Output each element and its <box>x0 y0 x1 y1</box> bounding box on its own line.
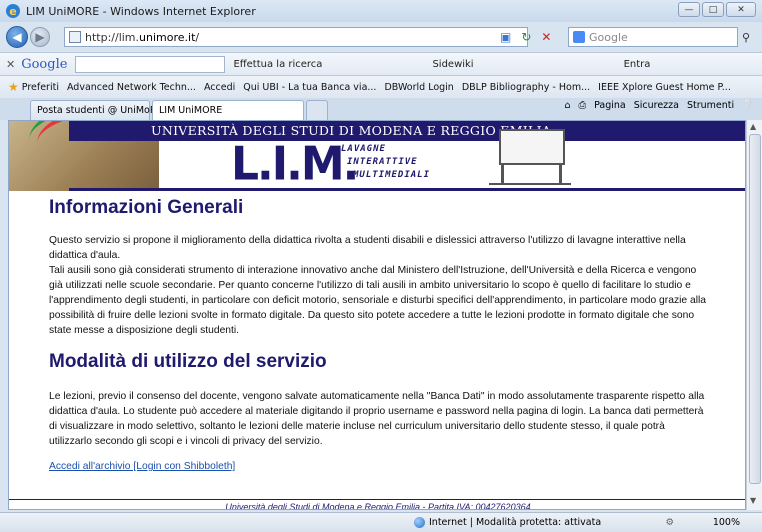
page-content: UNIVERSITÀ DEGLI STUDI DI MODENA E REGGI… <box>8 120 746 510</box>
lim-subtitle: LAVAGNE INTERATTIVE MULTIMEDIALI <box>341 144 431 180</box>
usage-paragraph: Le lezioni, previo il consenso del docen… <box>49 391 705 447</box>
status-bar: Internet | Modalità protetta: attivata ⚙… <box>0 512 762 532</box>
command-bar: ⌂ ⎙ Pagina Sicurezza Strumenti ❔ <box>564 100 754 111</box>
home-icon[interactable]: ⌂ <box>564 100 570 111</box>
zoom-level[interactable]: 100% <box>713 517 740 528</box>
page-footer: Università degli Studi di Modena e Reggi… <box>9 499 745 509</box>
close-toolbar-icon[interactable]: ✕ <box>6 58 15 71</box>
google-search-icon <box>573 31 585 43</box>
title-bar: e LIM UniMORE - Windows Internet Explore… <box>0 0 762 22</box>
address-input[interactable]: http://lim.unimore.it/ <box>64 27 528 47</box>
page-icon <box>69 31 81 43</box>
favorites-bar: ★ Preferiti Advanced Network Techn... Acc… <box>0 76 762 98</box>
signin-button[interactable]: Entra <box>624 59 651 70</box>
help-icon[interactable]: ❔ <box>742 100 754 111</box>
vertical-scrollbar[interactable]: ▲ ▼ <box>746 120 762 510</box>
site-banner: UNIVERSITÀ DEGLI STUDI DI MODENA E REGGI… <box>9 121 745 192</box>
sidewiki-button[interactable]: Sidewiki <box>432 59 473 70</box>
scroll-down-icon[interactable]: ▼ <box>750 496 756 505</box>
whiteboard-icon <box>479 129 571 187</box>
google-search-button[interactable]: Effettua la ricerca <box>233 59 322 70</box>
minimize-button[interactable]: — <box>678 2 700 17</box>
search-input[interactable]: Google <box>568 27 738 47</box>
search-icon[interactable]: ⚲ <box>742 31 750 44</box>
google-toolbar: ✕ Google Effettua la ricerca Sidewiki En… <box>0 52 762 76</box>
stop-icon[interactable]: ✕ <box>541 30 551 44</box>
favorite-item[interactable]: Advanced Network Techn... <box>67 82 196 93</box>
security-menu[interactable]: Sicurezza <box>634 100 679 111</box>
internet-zone-icon <box>414 517 425 528</box>
google-toolbar-input[interactable] <box>75 55 226 73</box>
status-text: Internet | Modalità protetta: attivata <box>429 517 602 528</box>
favorites-button[interactable]: ★ Preferiti <box>8 80 59 94</box>
status-zone: Internet | Modalità protetta: attivata <box>414 517 601 528</box>
star-icon: ★ <box>8 80 19 94</box>
favorite-item[interactable]: IEEE Xplore Guest Home P... <box>598 82 731 93</box>
google-logo: Google <box>21 56 68 72</box>
maximize-button[interactable]: □ <box>702 2 724 17</box>
close-window-button[interactable]: ✕ <box>726 2 756 17</box>
tools-menu[interactable]: Strumenti <box>687 100 734 111</box>
favorite-item[interactable]: Qui UBI - La tua Banca via... <box>243 82 376 93</box>
address-bar-row: ◀ ▶ http://lim.unimore.it/ ▣ ↻ ✕ Google … <box>0 22 762 52</box>
window-title: LIM UniMORE - Windows Internet Explorer <box>26 4 256 18</box>
university-name: UNIVERSITÀ DEGLI STUDI DI MODENA E REGGI… <box>69 121 745 141</box>
lim-logo: L.I.M. <box>231 137 359 192</box>
favorite-item[interactable]: DBWorld Login <box>384 82 453 93</box>
back-button[interactable]: ◀ <box>6 26 28 48</box>
heading-modalita: Modalità di utilizzo del servizio <box>49 351 327 372</box>
scroll-up-icon[interactable]: ▲ <box>750 122 756 131</box>
favorite-item[interactable]: Accedi <box>204 82 235 93</box>
description-paragraph: Tali ausili sono già considerati strumen… <box>49 265 706 336</box>
refresh-icon[interactable]: ↻ <box>521 30 531 44</box>
favorite-item[interactable]: DBLP Bibliography - Hom... <box>462 82 590 93</box>
protected-mode-icon[interactable]: ⚙ <box>665 517 674 528</box>
tab-posta[interactable]: Posta studenti @ UniMoRe... <box>30 100 171 120</box>
heading-informazioni: Informazioni Generali <box>49 197 244 218</box>
scroll-thumb[interactable] <box>749 134 761 484</box>
page-menu[interactable]: Pagina <box>594 100 626 111</box>
compatibility-icon[interactable]: ▣ <box>500 30 511 44</box>
tab-lim[interactable]: LIM UniMORE <box>152 100 304 120</box>
ie-logo-icon: e <box>6 4 20 18</box>
new-tab-button[interactable] <box>306 100 328 120</box>
archive-login-link[interactable]: Accedi all'archivio [Login con Shibbolet… <box>49 461 235 472</box>
intro-paragraph: Questo servizio si propone il migliorame… <box>49 235 686 261</box>
forward-button[interactable]: ▶ <box>30 27 50 47</box>
print-icon[interactable]: ⎙ <box>578 100 586 111</box>
